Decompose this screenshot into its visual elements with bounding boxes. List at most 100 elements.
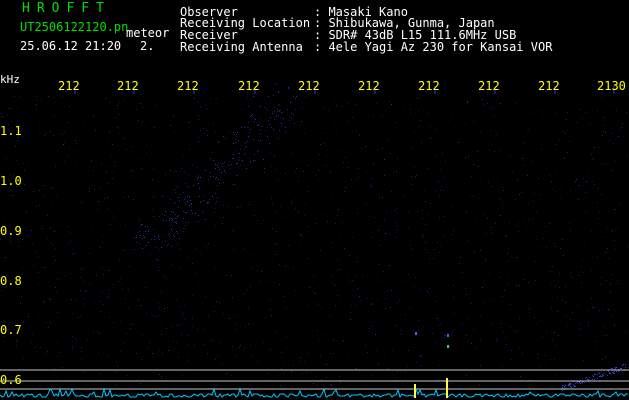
noise-dot [326,364,327,365]
noise-dot [234,236,235,237]
noise-dot [265,317,266,318]
noise-dot [93,362,94,363]
noise-dot [208,315,209,316]
noise-dot [591,298,592,299]
noise-dot [535,142,536,143]
noise-dot [612,170,613,171]
noise-dot [230,131,231,132]
trail-dot [276,116,277,117]
noise-dot [10,241,11,242]
trail-dot [183,192,184,193]
noise-dot [57,310,58,311]
noise-dot [244,248,245,249]
noise-dot [437,318,438,319]
noise-dot [68,243,69,244]
noise-dot [60,278,61,279]
noise-dot [606,280,607,281]
noise-dot [453,285,454,286]
noise-dot [16,107,17,108]
noise-dot [49,298,50,299]
noise-dot [443,190,444,191]
trail-dot [187,186,188,187]
trail-dot [568,385,569,386]
noise-dot [324,165,325,166]
noise-dot [142,107,143,108]
noise-dot [615,209,616,210]
noise-dot [64,131,65,132]
noise-dot [290,280,291,281]
noise-dot [41,112,42,113]
noise-dot [62,134,63,135]
noise-dot [468,352,469,353]
trail-dot [146,245,147,246]
noise-dot [121,284,122,285]
noise-dot [167,216,168,217]
noise-dot [586,106,587,107]
noise-dot [601,97,602,98]
noise-dot [78,317,79,318]
noise-dot [430,203,431,204]
noise-dot [131,324,132,325]
noise-dot [333,100,334,101]
trail-dot [208,180,209,181]
noise-dot [69,148,70,149]
noise-dot [580,328,581,329]
noise-dot [391,104,392,105]
noise-dot [380,245,381,246]
noise-dot [91,160,92,161]
trail-dot [190,200,191,201]
trail-dot [580,383,581,384]
noise-dot [123,250,124,251]
noise-dot [545,362,546,363]
noise-dot [379,264,380,265]
noise-dot [356,257,357,258]
noise-dot [589,318,590,319]
noise-dot [55,287,56,288]
trail-dot [213,160,214,161]
noise-dot [60,133,61,134]
noise-dot [244,347,245,348]
noise-dot [173,341,174,342]
noise-dot [307,304,308,305]
noise-dot [497,338,498,339]
trail-dot [179,200,180,201]
noise-dot [553,243,554,244]
noise-dot [396,222,397,223]
noise-dot [559,273,560,274]
noise-dot [402,383,403,384]
noise-dot [114,162,115,163]
trail-dot [599,376,600,377]
noise-dot [75,346,76,347]
noise-dot [528,282,529,283]
noise-dot [457,346,458,347]
trail-dot [218,179,219,180]
noise-dot [602,359,603,360]
noise-dot [358,177,359,178]
noise-dot [382,148,383,149]
noise-dot [605,357,606,358]
noise-dot [498,104,499,105]
noise-dot [77,150,78,151]
counter-value: 2. [140,39,155,53]
noise-dot [325,227,326,228]
trail-dot [183,228,184,229]
noise-dot [99,333,100,334]
noise-dot [522,353,523,354]
noise-dot [109,317,110,318]
noise-dot [581,282,582,283]
noise-dot [362,196,363,197]
noise-dot [162,353,163,354]
noise-dot [108,270,109,271]
noise-dot [248,106,249,107]
noise-dot [14,96,15,97]
noise-dot [465,157,466,158]
noise-dot [11,108,12,109]
trail-dot [162,196,163,197]
trail-dot [147,226,148,227]
noise-dot [485,259,486,260]
noise-dot [198,141,199,142]
trail-dot [584,382,585,383]
noise-dot [565,133,566,134]
noise-dot [396,171,397,172]
noise-dot [387,291,388,292]
